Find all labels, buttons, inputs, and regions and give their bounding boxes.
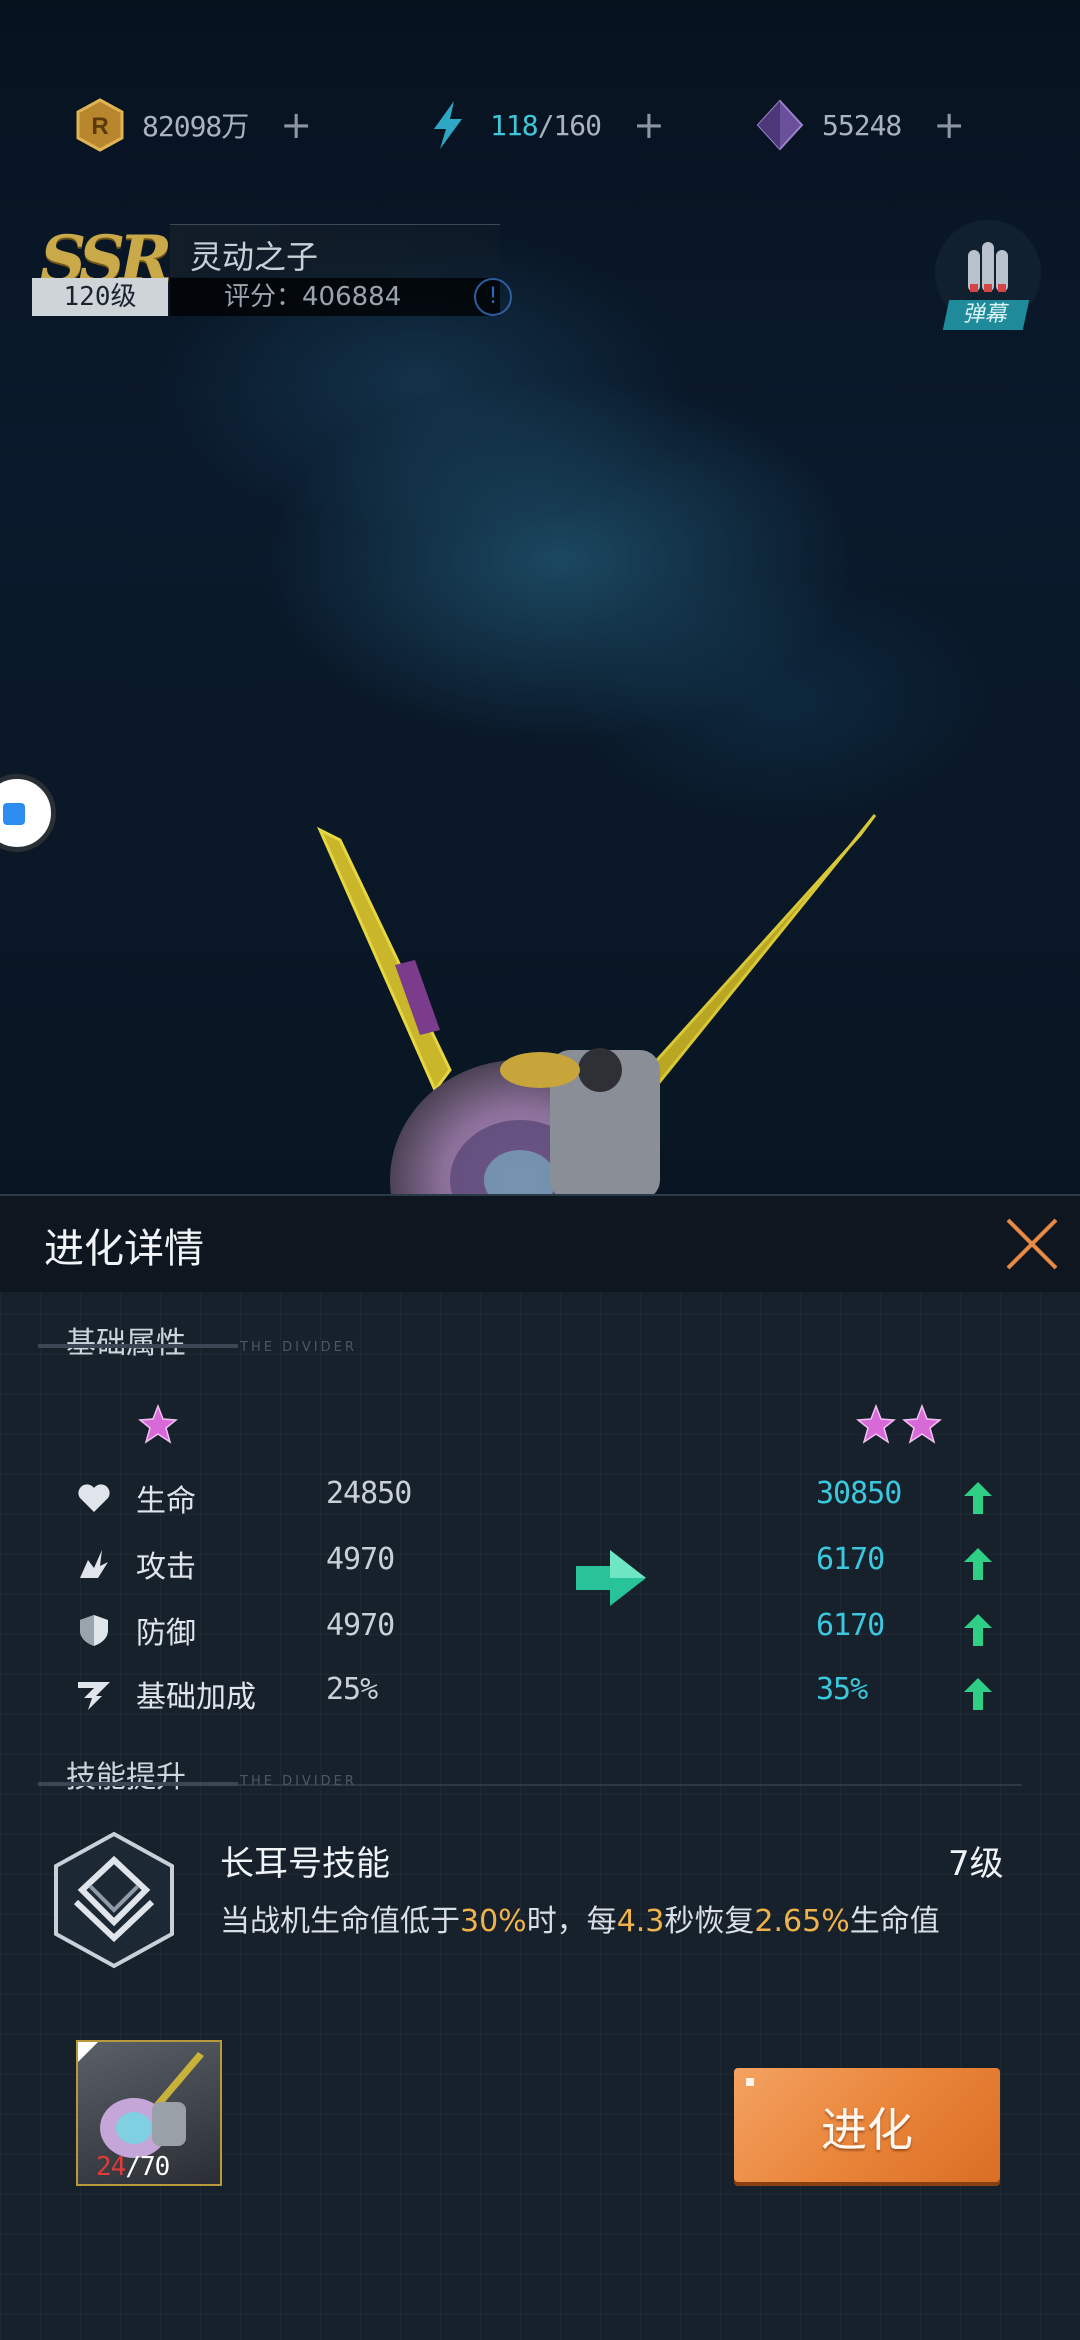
skill-desc-text: 秒恢复 <box>664 1904 755 1939</box>
stat-new-value: 6170 <box>816 1608 885 1643</box>
stat-name: 攻击 <box>136 1550 196 1585</box>
stat-row-attack: 攻击 4970 6170 <box>76 1532 1016 1592</box>
skill-desc-text: 当战机生命值低于 <box>220 1904 460 1939</box>
stat-new-value: 6170 <box>816 1542 885 1577</box>
svg-text:R: R <box>91 113 108 140</box>
divider-caption: THE DIVIDER <box>240 1340 357 1355</box>
material-current: 24 <box>96 2152 126 2182</box>
ship-name: 灵动之子 <box>190 238 319 276</box>
material-count: 24/70 <box>96 2152 170 2182</box>
crystal-value: 55248 <box>822 108 902 142</box>
stars-after <box>856 1404 942 1444</box>
close-icon[interactable] <box>1000 1212 1064 1276</box>
upgrade-arrow-icon <box>576 1550 646 1606</box>
up-arrow-icon <box>964 1614 992 1646</box>
stat-row-defense: 防御 4970 6170 <box>76 1598 1016 1658</box>
stat-row-hp: 生命 24850 30850 <box>76 1466 1016 1526</box>
gold-add-button[interactable]: + <box>280 106 312 144</box>
ship-score: 评分：406884 <box>170 278 500 316</box>
skill-desc-highlight: 2.65% <box>754 1904 850 1939</box>
divider-caption: THE DIVIDER <box>240 1774 357 1789</box>
skill-upgrade-title: 技能提升 <box>66 1760 186 1795</box>
stat-old-value: 4970 <box>326 1608 395 1643</box>
material-required: /70 <box>125 2152 170 2182</box>
heart-icon <box>78 1484 110 1512</box>
stat-old-value: 4970 <box>326 1542 395 1577</box>
ship-showcase: R 82098万 + 118/160 + 55248 + SSR 灵动之子 12… <box>0 0 1080 1200</box>
skill-name: 长耳号技能 <box>220 1844 390 1884</box>
ship-model <box>316 814 877 1200</box>
evolve-button-label: 进化 <box>821 2103 913 2157</box>
skill-emblem-icon <box>54 1831 174 1969</box>
gold-value: 82098万 <box>142 110 249 143</box>
up-arrow-icon <box>964 1678 992 1710</box>
skill-desc-text: 时，每 <box>526 1904 617 1939</box>
skill-desc-highlight: 4.3 <box>616 1904 665 1939</box>
lightning-icon <box>434 101 462 149</box>
energy-add-button[interactable]: + <box>633 106 665 144</box>
star-icon <box>902 1404 942 1444</box>
ship-level: 120级 <box>32 278 168 316</box>
stars-before <box>138 1404 178 1444</box>
up-arrow-icon <box>964 1482 992 1514</box>
gold-resource: R 82098万 + <box>72 98 312 152</box>
stat-row-bonus: 基础加成 25% 35% <box>76 1662 1016 1722</box>
stat-name: 防御 <box>136 1616 196 1651</box>
energy-current: 118 <box>490 108 539 142</box>
stat-new-value: 35% <box>816 1672 868 1707</box>
shield-icon <box>80 1615 108 1646</box>
section-divider <box>38 1344 238 1348</box>
stat-name: 生命 <box>136 1484 196 1519</box>
base-attributes-title: 基础属性 <box>66 1318 186 1362</box>
crystal-add-button[interactable]: + <box>933 106 965 144</box>
gold-coin-icon: R <box>76 98 124 152</box>
evolve-button[interactable]: 进化 <box>734 2068 1000 2182</box>
stat-new-value: 30850 <box>816 1476 902 1511</box>
skill-desc-text: 生命值 <box>849 1904 940 1939</box>
bonus-icon <box>78 1682 110 1710</box>
stat-old-value: 24850 <box>326 1476 412 1511</box>
ship-info-card: SSR 灵动之子 120级 评分：406884 <box>32 222 500 318</box>
skill-description: 当战机生命值低于30%时，每4.3秒恢复2.65%生命值 <box>220 1896 940 1940</box>
stat-old-value: 25% <box>326 1672 378 1707</box>
energy-resource: 118/160 + <box>420 98 665 152</box>
stat-name: 基础加成 <box>136 1680 256 1715</box>
skill-level: 7级 <box>948 1844 1004 1884</box>
skill-desc-highlight: 30% <box>460 1904 527 1939</box>
info-icon[interactable]: ! <box>474 278 512 316</box>
button-decoration <box>746 2078 754 2086</box>
crystal-resource: 55248 + <box>752 98 965 152</box>
panel-title: 进化详情 <box>44 1226 204 1272</box>
section-divider <box>38 1782 238 1786</box>
floating-assistant-button[interactable] <box>0 774 56 852</box>
attack-icon <box>80 1550 108 1578</box>
panel-header: 进化详情 <box>0 1194 1080 1292</box>
star-icon <box>856 1404 896 1444</box>
assistant-icon <box>3 803 25 825</box>
bullet-pattern-label: 弹幕 <box>942 300 1030 330</box>
star-icon <box>138 1404 178 1444</box>
energy-max: /160 <box>537 108 602 142</box>
crystal-icon <box>756 99 804 151</box>
energy-value: 118/160 <box>490 108 602 142</box>
up-arrow-icon <box>964 1548 992 1580</box>
